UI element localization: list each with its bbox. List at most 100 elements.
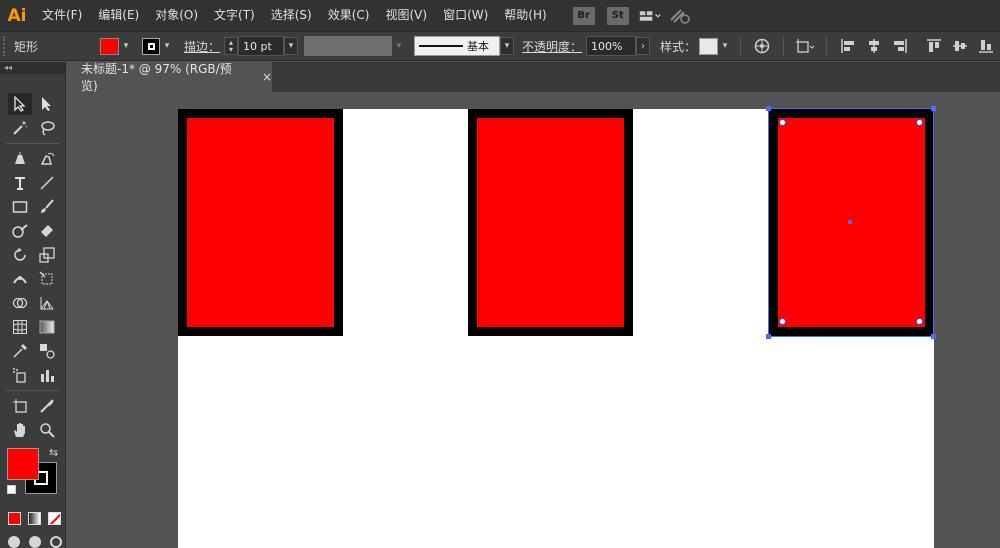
corner-widget-bottom-right[interactable]: [916, 318, 923, 325]
align-top-icon[interactable]: [923, 35, 945, 57]
stroke-weight-label: 描边：: [184, 39, 221, 54]
selection-handle-bottom-right[interactable]: [931, 334, 936, 339]
menu-select[interactable]: 选择(S): [263, 0, 320, 31]
swap-fill-stroke-icon[interactable]: ⇆: [49, 446, 58, 459]
tools-panel: ◂◂ ⇆: [0, 62, 66, 548]
paintbrush-tool-icon[interactable]: [35, 196, 59, 218]
align-left-icon[interactable]: [837, 35, 859, 57]
symbol-sprayer-tool-icon[interactable]: [8, 364, 32, 386]
brush-definition-value: 基本: [467, 40, 490, 53]
type-tool-icon[interactable]: [8, 172, 32, 194]
app-logo: Ai: [7, 5, 27, 26]
width-tool-icon[interactable]: [8, 268, 32, 290]
variable-width-dropdown[interactable]: ▾: [392, 37, 406, 55]
gpu-performance-icon[interactable]: [669, 5, 691, 27]
brush-definition-field[interactable]: 基本: [414, 36, 501, 56]
eyedropper-tool-icon[interactable]: [8, 340, 32, 362]
eraser-tool-icon[interactable]: [35, 220, 59, 242]
bridge-button[interactable]: Br: [572, 6, 595, 25]
shape-builder-tool-icon[interactable]: [8, 292, 32, 314]
document-tab-strip: 未标题-1* @ 97% (RGB/预览) ×: [71, 62, 1000, 93]
stroke-weight-dropdown[interactable]: ▾: [284, 37, 299, 55]
menu-file[interactable]: 文件(F): [34, 0, 90, 31]
align-horizontal-center-icon[interactable]: [863, 35, 885, 57]
fill-color-box[interactable]: [7, 448, 39, 480]
direct-selection-tool-icon[interactable]: [35, 93, 59, 115]
opacity-input[interactable]: 100%: [586, 36, 637, 56]
color-mode-button[interactable]: [8, 511, 21, 525]
align-bottom-icon[interactable]: [975, 35, 997, 57]
gradient-mode-button[interactable]: [28, 511, 41, 525]
draw-normal-icon[interactable]: [8, 536, 20, 548]
variable-width-profile[interactable]: [304, 36, 393, 56]
stock-button[interactable]: St: [606, 6, 629, 25]
draw-inside-icon[interactable]: [50, 536, 62, 548]
rotate-tool-icon[interactable]: [8, 244, 32, 266]
tools-panel-collapse[interactable]: ◂◂: [0, 62, 65, 74]
menu-view[interactable]: 视图(V): [377, 0, 435, 31]
stroke-color-dropdown[interactable]: ▾: [160, 37, 174, 55]
slice-tool-icon[interactable]: [35, 395, 59, 417]
opacity-label: 不透明度：: [522, 39, 583, 54]
selection-handle-top-left[interactable]: [766, 106, 771, 111]
menu-window[interactable]: 窗口(W): [435, 0, 496, 31]
free-transform-tool-icon[interactable]: [35, 268, 59, 290]
default-fill-stroke-icon[interactable]: [7, 485, 16, 494]
graphic-style-swatch[interactable]: [699, 37, 719, 55]
none-mode-button[interactable]: [48, 511, 61, 525]
align-right-icon[interactable]: [889, 35, 911, 57]
menu-help[interactable]: 帮助(H): [496, 0, 554, 31]
corner-widget-bottom-left[interactable]: [779, 318, 786, 325]
scale-tool-icon[interactable]: [35, 244, 59, 266]
red-rectangle-1[interactable]: [178, 109, 343, 336]
mesh-tool-icon[interactable]: [8, 316, 32, 338]
selection-handle-top-right[interactable]: [931, 106, 936, 111]
blend-tool-icon[interactable]: [35, 340, 59, 362]
magic-wand-tool-icon[interactable]: [8, 117, 32, 139]
brush-definition-dropdown[interactable]: ▾: [500, 37, 515, 55]
workspace-layout-icon[interactable]: [639, 5, 661, 27]
column-graph-tool-icon[interactable]: [35, 364, 59, 386]
object-type-label: 矩形: [14, 39, 39, 54]
transform-icon[interactable]: [794, 35, 816, 57]
rectangle-tool-icon[interactable]: [8, 196, 32, 218]
document-tab[interactable]: 未标题-1* @ 97% (RGB/预览) ×: [71, 62, 272, 93]
shaper-tool-icon[interactable]: [8, 220, 32, 242]
menu-type[interactable]: 文字(T): [206, 0, 263, 31]
artboard-tool-icon[interactable]: [8, 395, 32, 417]
corner-widget-top-left[interactable]: [779, 119, 786, 126]
menu-effect[interactable]: 效果(C): [320, 0, 378, 31]
artboard[interactable]: [178, 106, 936, 548]
control-bar: 矩形 ▾ ▾ 描边： ▴ ▾ 10 pt ▾ ▾ 基本 ▾ 不透明度： 100% …: [0, 31, 1000, 61]
align-vertical-center-icon[interactable]: [949, 35, 971, 57]
selection-tool-icon[interactable]: [8, 93, 32, 115]
curvature-tool-icon[interactable]: [35, 148, 59, 170]
brush-stroke-line-icon: [419, 45, 464, 47]
menu-object[interactable]: 对象(O): [147, 0, 206, 31]
menu-edit[interactable]: 编辑(E): [90, 0, 147, 31]
fill-color-dropdown[interactable]: ▾: [119, 37, 133, 55]
style-label: 样式：: [660, 39, 697, 54]
document-tab-title: 未标题-1* @ 97% (RGB/预览): [81, 62, 232, 93]
opacity-expand-button[interactable]: ›: [636, 37, 651, 55]
red-rectangle-2[interactable]: [468, 109, 633, 336]
fill-color-swatch[interactable]: [100, 37, 119, 55]
recolor-artwork-icon[interactable]: [751, 35, 773, 57]
stroke-weight-spinner[interactable]: ▴ ▾: [224, 37, 239, 55]
gradient-tool-icon[interactable]: [35, 316, 59, 338]
graphic-style-dropdown[interactable]: ▾: [718, 37, 732, 55]
perspective-grid-tool-icon[interactable]: [35, 292, 59, 314]
zoom-tool-icon[interactable]: [35, 419, 59, 441]
line-segment-tool-icon[interactable]: [35, 172, 59, 194]
canvas-area[interactable]: [71, 92, 1000, 548]
lasso-tool-icon[interactable]: [35, 117, 59, 139]
menu-bar: Ai 文件(F) 编辑(E) 对象(O) 文字(T) 选择(S) 效果(C) 视…: [0, 0, 1000, 31]
close-tab-icon[interactable]: ×: [262, 70, 272, 84]
stroke-color-swatch[interactable]: [142, 37, 160, 55]
pen-tool-icon[interactable]: [8, 148, 32, 170]
stroke-weight-input[interactable]: 10 pt: [238, 36, 285, 56]
selection-handle-bottom-left[interactable]: [766, 334, 771, 339]
draw-behind-icon[interactable]: [29, 536, 41, 548]
hand-tool-icon[interactable]: [8, 419, 32, 441]
corner-widget-top-right[interactable]: [916, 119, 923, 126]
